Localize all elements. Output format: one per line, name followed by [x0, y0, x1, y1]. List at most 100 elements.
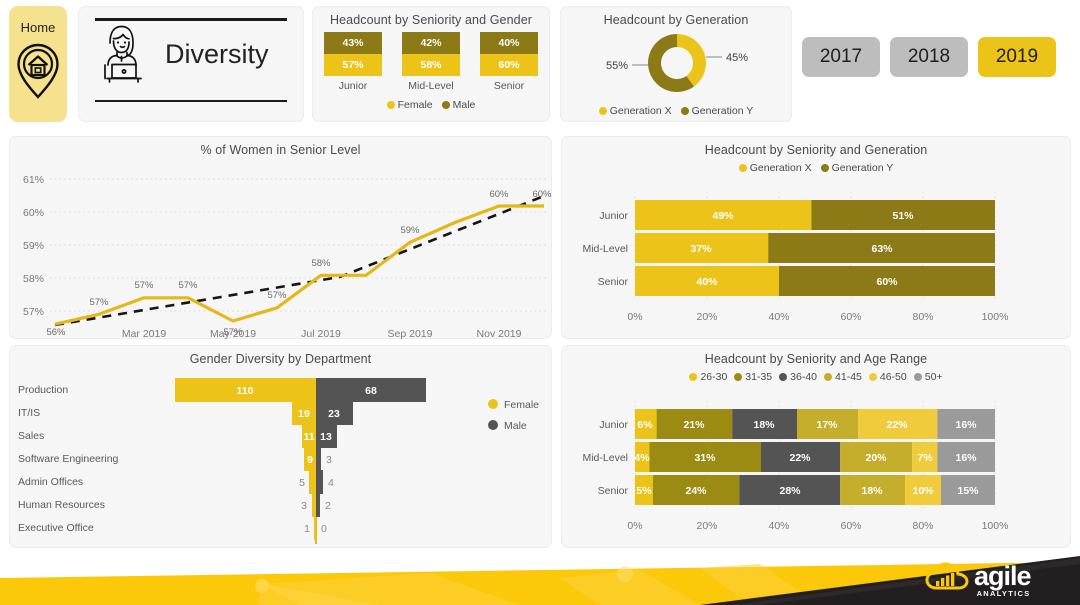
legend-item-male[interactable]: Male: [441, 99, 476, 111]
bar-row-executive-office[interactable]: Executive Office 1 0: [18, 516, 327, 540]
legend-item-generation-x[interactable]: Generation X: [598, 105, 672, 117]
legend-item-female[interactable]: Female: [386, 99, 433, 111]
legend-item-31-35[interactable]: 31-35: [734, 371, 772, 383]
segment-label-male: 23: [328, 408, 340, 420]
column-senior[interactable]: 40% 60% Senior: [480, 32, 538, 92]
x-tick: 100%: [982, 520, 1009, 532]
legend-label: 31-35: [745, 371, 773, 383]
segment-label: 49%: [712, 210, 734, 222]
year-button-2017[interactable]: 2017: [802, 37, 880, 77]
legend-swatch-icon: [734, 373, 743, 381]
bar-female[interactable]: 60%: [480, 54, 538, 76]
bar-row-admin-offices[interactable]: Admin Offices 5 4: [18, 470, 334, 494]
segment-label-female: 9: [307, 454, 313, 466]
segment-male[interactable]: [316, 447, 321, 471]
bar-male[interactable]: 42%: [402, 32, 460, 54]
bar-row-sales[interactable]: Sales 11 13: [18, 424, 337, 448]
legend-item-generation-y[interactable]: Generation Y: [820, 162, 893, 174]
bar-row-mid-level[interactable]: 37% 63% Mid-Level: [582, 233, 995, 263]
bar-male[interactable]: 43%: [324, 32, 382, 54]
category-label: Human Resources: [18, 499, 105, 511]
point-label: 57%: [178, 280, 198, 291]
legend-swatch-icon: [488, 420, 498, 430]
bar-row-it-is[interactable]: IT/IS 19 23: [18, 401, 353, 425]
category-label: IT/IS: [18, 407, 40, 419]
segment-label: 15%: [957, 485, 979, 497]
page-title-card: Diversity: [78, 6, 304, 122]
x-tick: 20%: [696, 520, 717, 532]
segment-female[interactable]: [309, 470, 316, 494]
dashboard-canvas: Home Diversity Headcount by Seniority an…: [0, 0, 1080, 605]
segment-label: 10%: [912, 485, 934, 497]
women-senior-line[interactable]: [54, 204, 544, 326]
legend-swatch-icon: [824, 373, 833, 381]
segment-label: 18%: [861, 485, 883, 497]
legend: Generation X Generation Y: [562, 162, 1070, 174]
bar-row-senior[interactable]: Senior 5% 24% 28% 18% 10% 15%: [598, 475, 995, 505]
page-title: Diversity: [165, 39, 269, 69]
y-axis-labels: 61% 60% 59% 58% 57%: [23, 174, 44, 318]
segment-label-female: 19: [298, 408, 310, 420]
bar-row-junior[interactable]: 49% 51% Junior: [599, 200, 995, 230]
legend-item-generation-x[interactable]: Generation X: [738, 162, 812, 174]
point-label: 56%: [46, 327, 66, 338]
x-tick: 20%: [696, 311, 717, 323]
headcount-seniority-gender-title: Headcount by Seniority and Gender: [329, 13, 533, 27]
bar-row-senior[interactable]: 40% 60% Senior: [598, 266, 995, 296]
segment-male[interactable]: [316, 470, 323, 494]
home-button[interactable]: Home: [9, 6, 67, 122]
legend: Female Male: [313, 99, 549, 111]
bar-row-software-engineering[interactable]: Software Engineering 9 3: [18, 447, 332, 471]
legend-label: 36-40: [790, 371, 818, 383]
legend-item-46-50[interactable]: 46-50: [868, 371, 907, 383]
segment-label: 21%: [683, 419, 705, 431]
year-button-2018[interactable]: 2018: [890, 37, 968, 77]
legend-item-26-30[interactable]: 26-30: [689, 371, 727, 383]
legend-item-50-plus[interactable]: 50+: [913, 371, 943, 383]
legend-item-36-40[interactable]: 36-40: [779, 371, 817, 383]
women-senior-level-chart[interactable]: 61% 60% 59% 58% 57% 56% 57% 57% 57% 57% …: [10, 157, 553, 339]
gender-department-chart[interactable]: Production 110 68 IT/IS 19 23 Sales 11 1: [10, 366, 553, 548]
segment-label: 63%: [871, 243, 893, 255]
segment-label: 37%: [690, 243, 712, 255]
year-button-2019[interactable]: 2019: [978, 37, 1056, 77]
bar-female[interactable]: 57%: [324, 54, 382, 76]
headcount-seniority-gender-columns: 43% 57% Junior 42% 58% Mid-Level 40% 60%…: [313, 32, 549, 92]
segment-label: 5%: [636, 485, 652, 497]
generation-donut-chart[interactable]: 45% 55%: [561, 27, 793, 99]
legend-swatch-icon: [680, 107, 689, 115]
point-label: 59%: [400, 225, 420, 236]
legend-label: Male: [452, 99, 476, 111]
segment-label: 60%: [876, 276, 898, 288]
segment-label: 7%: [917, 452, 933, 464]
segment-male[interactable]: [316, 493, 320, 517]
x-tick: Nov 2019: [477, 328, 522, 339]
legend-item-generation-y[interactable]: Generation Y: [680, 105, 754, 117]
legend-label: Generation X: [609, 105, 672, 117]
segment-label: 22%: [886, 419, 908, 431]
legend-swatch-icon: [913, 373, 922, 381]
legend-label: Generation Y: [691, 105, 754, 117]
column-junior[interactable]: 43% 57% Junior: [324, 32, 382, 92]
seniority-age-chart[interactable]: Junior 6% 21% 18% 17% 22% 16% Mid-Level: [562, 383, 1072, 538]
segment-female[interactable]: [314, 516, 316, 540]
bar-row-production[interactable]: Production 110 68: [18, 378, 426, 402]
segment-label: 17%: [816, 419, 838, 431]
bar-row-junior[interactable]: Junior 6% 21% 18% 17% 22% 16%: [599, 409, 995, 439]
column-mid-level[interactable]: 42% 58% Mid-Level: [402, 32, 460, 92]
segment-female[interactable]: [312, 493, 316, 517]
bar-male[interactable]: 40%: [480, 32, 538, 54]
segment-label-male: 68: [365, 385, 377, 397]
gender-department-title: Gender Diversity by Department: [189, 352, 372, 366]
legend-label: Generation X: [749, 162, 812, 174]
x-tick: Jul 2019: [301, 328, 341, 339]
logo-wordmark: agile: [974, 560, 1032, 591]
bar-female[interactable]: 58%: [402, 54, 460, 76]
point-label: 57%: [267, 290, 287, 301]
bar-row-human-resources[interactable]: Human Resources 3 2: [18, 493, 331, 517]
donut-value-generation-x: 45%: [726, 52, 748, 64]
seniority-generation-chart[interactable]: 49% 51% Junior 37% 63% Mid-Level 40% 60%…: [562, 174, 1072, 329]
legend-item-41-45[interactable]: 41-45: [824, 371, 862, 383]
category-label: Mid-Level: [408, 80, 454, 92]
bar-row-mid-level[interactable]: Mid-Level 4% 31% 22% 20% 7% 16%: [582, 442, 995, 472]
